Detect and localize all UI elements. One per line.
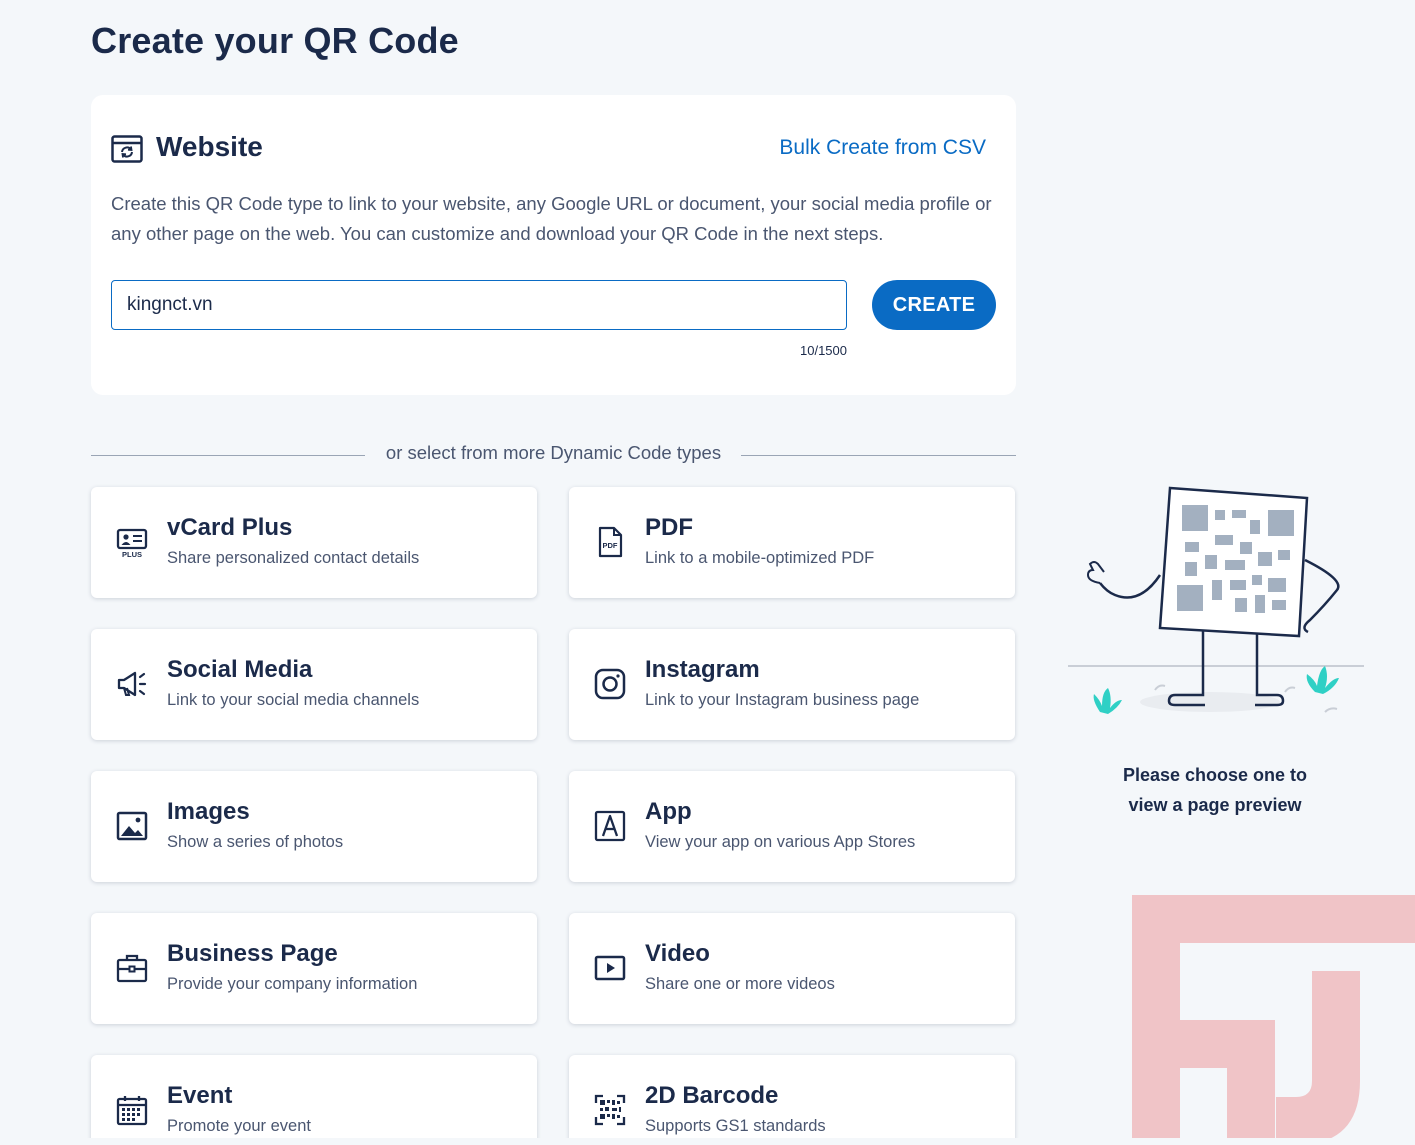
type-card-pdf[interactable]: PDF PDF Link to a mobile-optimized PDF [569,487,1015,598]
svg-text:PDF: PDF [603,541,618,550]
instagram-icon [594,668,626,700]
svg-text:PLUS: PLUS [122,550,142,559]
type-card-social-media[interactable]: Social Media Link to your social media c… [91,629,537,740]
type-name: Video [645,940,710,967]
video-play-icon [594,955,626,981]
vcard-plus-icon: PLUS [116,528,148,559]
barcode-2d-icon [594,1094,626,1126]
url-input[interactable] [111,280,847,330]
type-description: Show a series of photos [167,833,344,851]
type-card-images[interactable]: Images Show a series of photos [91,771,537,882]
qr-character-illustration [1068,486,1364,714]
type-card-app[interactable]: App View your app on various App Stores [569,771,1015,882]
type-description: Share personalized contact details [167,549,420,567]
type-description: Link to a mobile-optimized PDF [645,549,875,567]
type-description: Link to your social media channels [167,691,420,709]
type-card-instagram[interactable]: Instagram Link to your Instagram busines… [569,629,1015,740]
divider: or select from more Dynamic Code types [91,440,1016,470]
type-name: vCard Plus [167,514,293,541]
type-name: Social Media [167,656,313,683]
type-description: Promote your event [167,1117,311,1135]
card-description: Create this QR Code type to link to your… [111,193,992,244]
calendar-icon [116,1096,148,1126]
pdf-icon: PDF [598,526,623,558]
website-card: Website Bulk Create from CSV Create this… [91,95,1016,395]
bulk-create-csv-link[interactable]: Bulk Create from CSV [779,136,986,160]
type-name: PDF [645,514,693,541]
type-description: Supports GS1 standards [645,1117,826,1135]
watermark-logo [1132,895,1415,1145]
image-icon [116,811,148,841]
card-title: Website [156,131,263,162]
type-card-business-page[interactable]: Business Page Provide your company infor… [91,913,537,1024]
type-card-video[interactable]: Video Share one or more videos [569,913,1015,1024]
preview-hint-line1: Please choose one to [1122,765,1308,785]
char-counter: 10/1500 [800,343,847,358]
app-store-icon [594,810,626,842]
type-description: Provide your company information [167,975,418,993]
type-name: Business Page [167,940,338,967]
preview-hint: Please choose one to view a page preview [1090,760,1340,820]
create-button[interactable]: CREATE [872,280,996,330]
type-description: Link to your Instagram business page [645,691,920,709]
type-name: App [645,798,692,825]
divider-text: or select from more Dynamic Code types [385,442,722,463]
browser-refresh-icon [111,135,143,163]
type-card-event[interactable]: Event Promote your event [91,1055,537,1145]
type-name: Instagram [645,656,760,683]
type-description: View your app on various App Stores [645,833,916,851]
divider-line-right [741,455,1016,456]
type-name: 2D Barcode [645,1082,779,1109]
type-name: Images [167,798,250,825]
preview-hint-line2: view a page preview [1128,795,1302,815]
megaphone-icon [117,671,147,697]
type-card-2d-barcode[interactable]: 2D Barcode Supports GS1 standards [569,1055,1015,1145]
type-name: Event [167,1082,233,1109]
briefcase-icon [116,954,148,983]
type-card-vcard-plus[interactable]: PLUS vCard Plus Share personalized conta… [91,487,537,598]
page-title: Create your QR Code [91,20,459,61]
type-description: Share one or more videos [645,975,835,993]
bottom-edge [0,1138,1415,1145]
